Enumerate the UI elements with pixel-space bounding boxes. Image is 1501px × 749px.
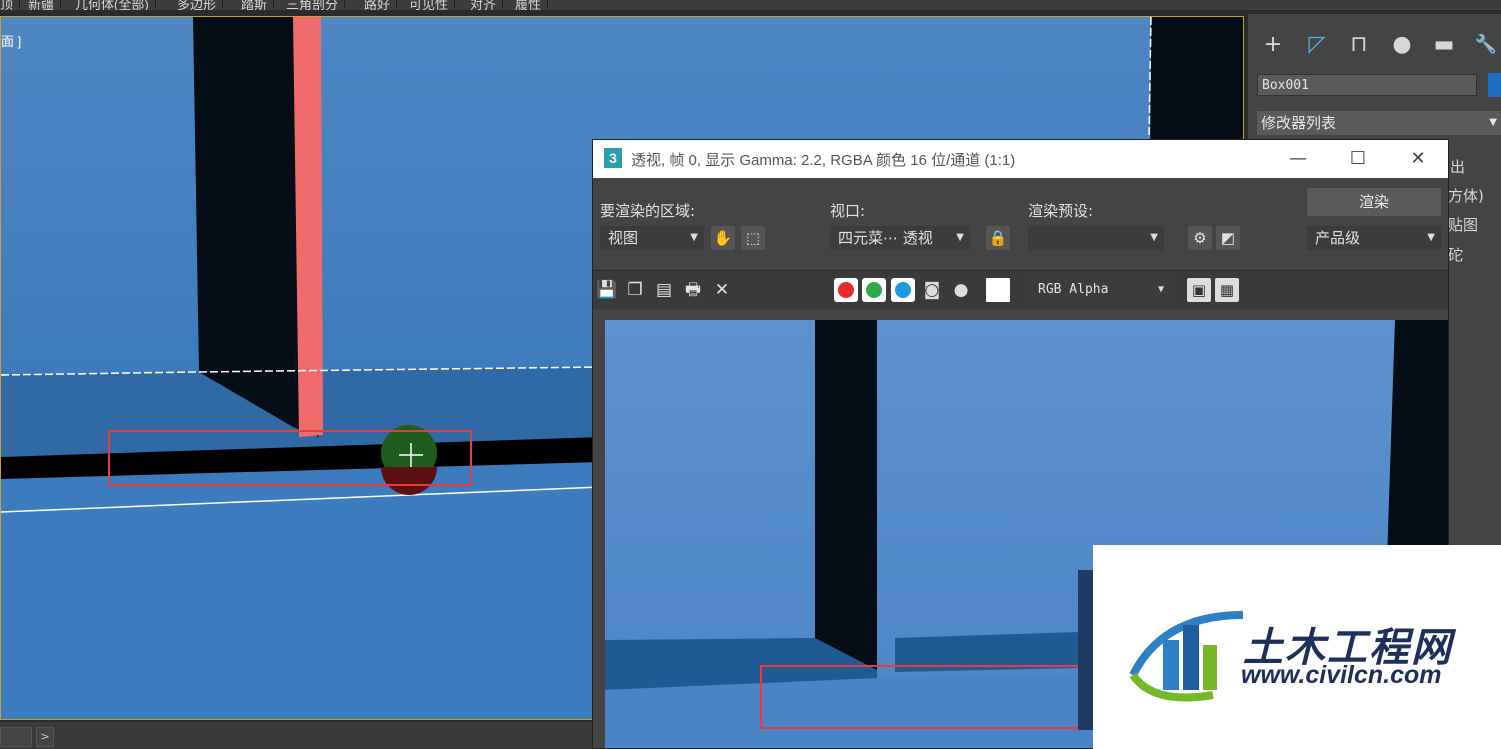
monochrome-icon[interactable]: ●: [950, 279, 972, 301]
render-quality-value: 产品级: [1315, 229, 1361, 247]
minimize-button[interactable]: —: [1283, 144, 1313, 174]
render-button-label: 渲染: [1358, 193, 1389, 211]
object-color-swatch[interactable]: [1488, 73, 1501, 97]
menu-item[interactable]: 对齐: [470, 0, 504, 10]
chevron-down-icon: ▼: [1157, 284, 1164, 295]
render-preset-dropdown[interactable]: ▼: [1028, 226, 1164, 250]
maximize-icon: ☐: [1349, 148, 1367, 169]
viewport-dropdown[interactable]: 四元菜⋯ 透视 ▼: [830, 226, 970, 250]
rendered-right-wall: [1387, 320, 1448, 560]
utilities-tab[interactable]: 🔧: [1471, 30, 1501, 60]
channel-display-value: RGB Alpha: [1038, 282, 1109, 297]
area-to-render-label: 要渲染的区域:: [600, 202, 696, 220]
toggle-ui-icon[interactable]: ▦: [1215, 278, 1239, 302]
modify-icon: ◸: [1308, 32, 1326, 57]
rendered-dark-wall: [815, 320, 877, 670]
next-frame-button[interactable]: >: [36, 727, 54, 747]
prev-frame-button[interactable]: [0, 727, 32, 747]
display-tab[interactable]: ▬: [1429, 30, 1459, 60]
chevron-down-icon: ▼: [690, 232, 698, 243]
viewport-label: 视口:: [830, 202, 866, 220]
background-color-swatch[interactable]: [986, 278, 1010, 302]
auto-region-icon[interactable]: ⬚: [741, 226, 765, 250]
render-preset-label: 渲染预设:: [1028, 202, 1094, 220]
maximize-button[interactable]: ☐: [1343, 144, 1373, 174]
blue-channel-icon: [895, 282, 911, 298]
modifier-list-label: 修改器列表: [1261, 114, 1337, 132]
frame-toolbar: 💾 ❐ ▤ 🖶 ✕ ◙ ● RGB Alpha ▼ ▣ ▦: [593, 270, 1448, 309]
red-channel-toggle[interactable]: [834, 278, 858, 302]
channel-display-dropdown[interactable]: RGB Alpha ▼: [1030, 278, 1170, 302]
chevron-down-icon: ▼: [1489, 117, 1497, 128]
chevron-down-icon: ▼: [1427, 232, 1435, 243]
plus-icon: +: [1263, 32, 1283, 57]
render-setup-icon[interactable]: ⚙: [1188, 226, 1212, 250]
red-channel-icon: [838, 282, 854, 298]
watermark-strip: [1078, 570, 1093, 730]
viewport-value: 四元菜⋯ 透视: [838, 229, 933, 247]
menu-item[interactable]: 多边形: [177, 0, 224, 10]
menu-item[interactable]: 顶: [0, 0, 21, 10]
watermark-logo: 土木工程网 www.civilcn.com: [1078, 545, 1501, 749]
building-logo-icon: [1129, 611, 1244, 702]
menu-item[interactable]: 路好: [364, 0, 398, 10]
menu-item[interactable]: 踏斯: [241, 0, 275, 10]
print-image-icon[interactable]: 🖶: [682, 279, 704, 301]
panel-partial-label: 方体): [1448, 187, 1484, 205]
menu-item[interactable]: 履性: [515, 0, 549, 10]
modify-tab[interactable]: ◸: [1302, 30, 1332, 60]
save-image-icon[interactable]: 💾: [596, 279, 618, 301]
environment-effects-icon[interactable]: ◩: [1216, 226, 1240, 250]
render-quality-dropdown[interactable]: 产品级 ▼: [1307, 226, 1441, 250]
chevron-right-icon: >: [40, 730, 50, 743]
menu-item[interactable]: 新疆: [28, 0, 62, 10]
chevron-down-icon: ▼: [1150, 232, 1158, 243]
utilities-icon: 🔧: [1474, 34, 1498, 55]
alpha-channel-icon[interactable]: ◙: [921, 279, 943, 301]
minimize-icon: —: [1289, 148, 1307, 169]
panel-partial-label: 贴图: [1448, 216, 1479, 234]
close-button[interactable]: ✕: [1403, 144, 1433, 174]
motion-tab[interactable]: ●: [1387, 30, 1417, 60]
area-to-render-dropdown[interactable]: 视图 ▼: [600, 226, 704, 250]
clone-frame-icon[interactable]: ▤: [653, 279, 675, 301]
command-panel-tabs: + ◸ ⊓ ● ▬ 🔧: [1254, 30, 1501, 60]
motion-icon: ●: [1392, 32, 1412, 57]
close-icon: ✕: [1410, 148, 1426, 169]
blue-channel-toggle[interactable]: [891, 278, 915, 302]
display-icon: ▬: [1433, 32, 1455, 57]
green-channel-icon: [866, 282, 882, 298]
copy-image-icon[interactable]: ❐: [624, 279, 646, 301]
clear-image-icon[interactable]: ✕: [711, 279, 733, 301]
green-channel-toggle[interactable]: [862, 278, 886, 302]
chevron-down-icon: ▼: [956, 232, 964, 243]
area-to-render-value: 视图: [608, 229, 639, 247]
timeline-bar: >: [0, 722, 600, 749]
menu-item[interactable]: 三角剖分: [286, 0, 346, 10]
watermark-url-text: www.civilcn.com: [1241, 661, 1442, 689]
modifier-list-dropdown[interactable]: 修改器列表 ▼: [1257, 111, 1501, 135]
lock-icon[interactable]: 🔒: [986, 226, 1010, 250]
main-menu-bar: 顶 新疆 几何体(全部) 多边形 踏斯 三角剖分 路好 可见性 对齐 履性: [0, 0, 1501, 10]
menu-item[interactable]: 几何体(全部): [75, 0, 156, 10]
window-titlebar[interactable]: 3 透视, 帧 0, 显示 Gamma: 2.2, RGBA 颜色 16 位/通…: [593, 140, 1448, 178]
object-name-field[interactable]: Box001: [1257, 74, 1477, 96]
window-title: 透视, 帧 0, 显示 Gamma: 2.2, RGBA 颜色 16 位/通道 …: [631, 152, 1016, 169]
panel-partial-label: 出: [1450, 158, 1466, 176]
toggle-ui-overlays-icon[interactable]: ▣: [1187, 278, 1211, 302]
render-settings-panel: 要渲染的区域: 视图 ▼ ✋ ⬚ 视口: 四元菜⋯ 透视 ▼ 🔒 渲染预设: ▼…: [593, 178, 1448, 270]
hierarchy-tab[interactable]: ⊓: [1344, 30, 1374, 60]
create-tab[interactable]: +: [1258, 30, 1288, 60]
panel-partial-label: 砣: [1448, 246, 1464, 264]
app-icon: 3: [604, 148, 622, 168]
menu-item[interactable]: 可见性: [409, 0, 456, 10]
viewport-label[interactable]: 面 ]: [1, 31, 21, 50]
hierarchy-icon: ⊓: [1350, 32, 1368, 57]
pan-hand-icon[interactable]: ✋: [711, 226, 735, 250]
render-button[interactable]: 渲染: [1307, 188, 1441, 216]
